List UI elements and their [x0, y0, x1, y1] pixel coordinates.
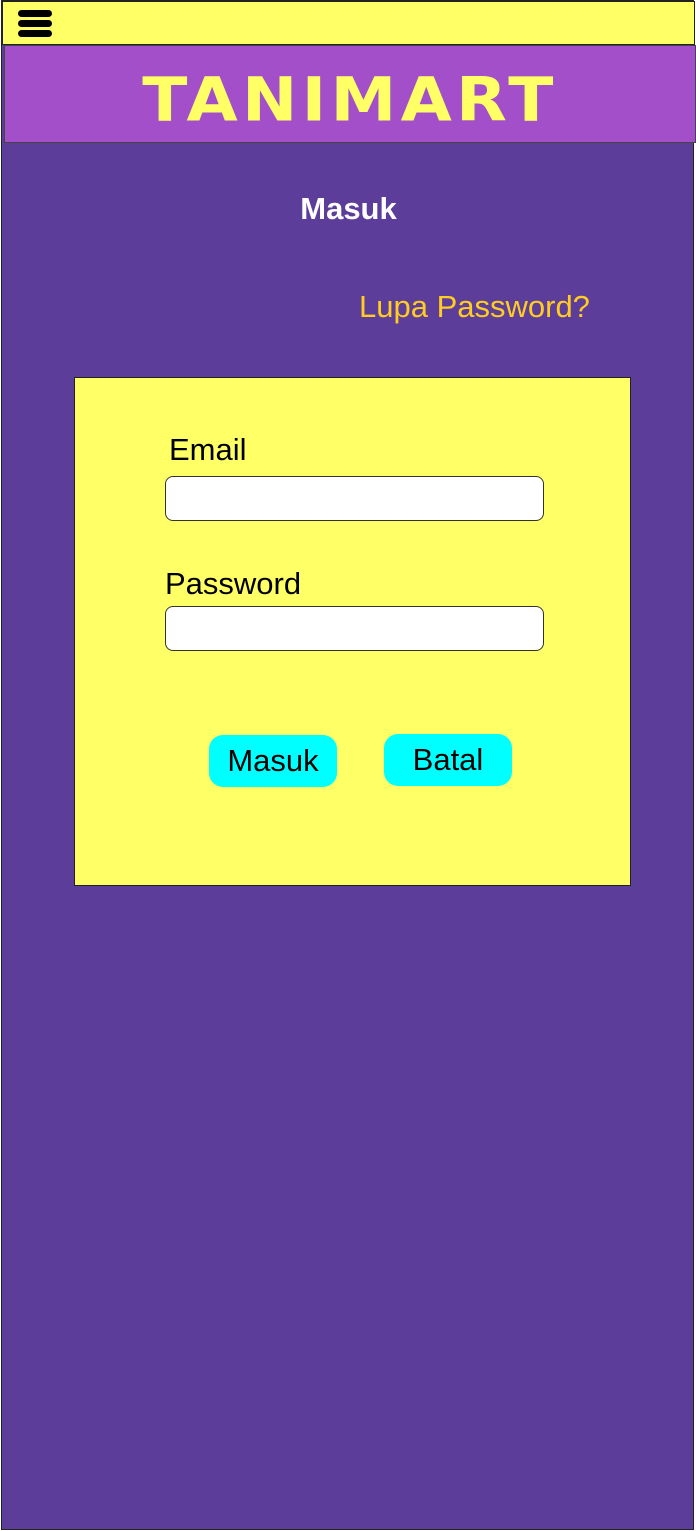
password-field[interactable] [165, 606, 544, 651]
password-label: Password [165, 566, 302, 601]
page-title: Masuk [300, 191, 397, 226]
forgot-password-link[interactable]: Lupa Password? [359, 289, 590, 325]
cancel-button[interactable]: Batal [384, 734, 512, 786]
hamburger-menu-icon[interactable] [18, 8, 54, 40]
brand-logo: TANIMART [142, 65, 557, 135]
login-button[interactable]: Masuk [209, 735, 337, 787]
svg-text:TANIMART: TANIMART [142, 65, 557, 135]
app-header: TANIMART [4, 45, 696, 143]
email-field[interactable] [165, 476, 544, 521]
email-label: Email [169, 432, 247, 467]
top-bar [2, 1, 695, 45]
app-screen: TANIMART Masuk Lupa Password? Email Pass… [1, 0, 696, 1530]
